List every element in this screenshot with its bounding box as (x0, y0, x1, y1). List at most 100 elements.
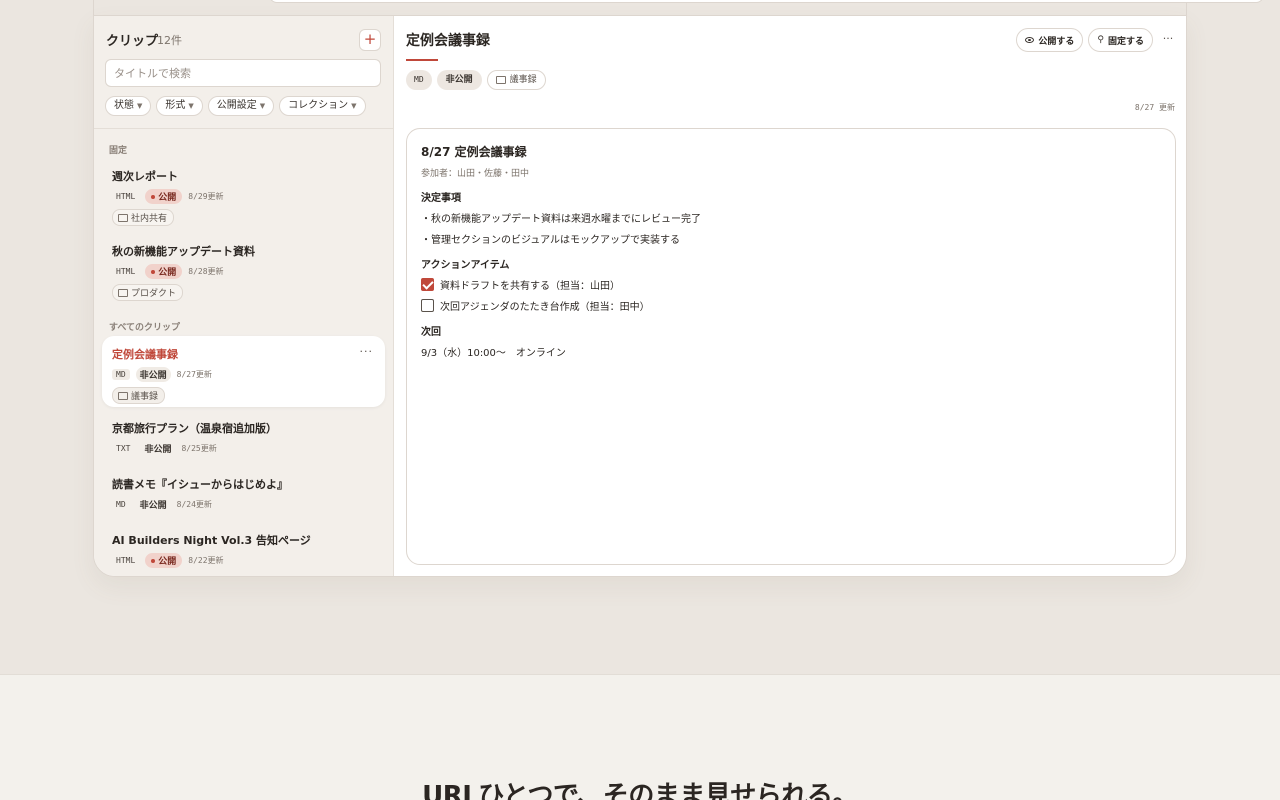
folder-icon (495, 76, 506, 84)
status-badge: 非公開 (139, 501, 167, 511)
updated-date: 8/25更新 (181, 444, 217, 453)
clip-item-autumn-update[interactable]: 秋の新機能アップデート資料 HTML 公開 8/28更新 プロダクト (102, 233, 385, 309)
participants: 参加者：山田・佐藤・田中 (421, 169, 530, 179)
clip-meta: MD 非公開 8/27更新 (112, 367, 375, 382)
clip-meta: HTML 公開 8/28更新 (112, 264, 375, 279)
pin-button[interactable]: ⚲ 固定する (1088, 28, 1153, 52)
filter-format[interactable]: 形式 ▼ (156, 96, 203, 116)
collection-label: 社内共有 (131, 214, 168, 224)
status-badge: 非公開 (144, 445, 172, 455)
action-item: 資料ドラフトを共有する（担当：山田） (421, 277, 1161, 292)
document-preview: 8/27 定例会議事録 参加者：山田・佐藤・田中 決定事項 ・秋の新機能アップデ… (406, 128, 1176, 565)
status-dot-icon (151, 269, 156, 274)
action-items-heading: アクションアイテム (421, 260, 510, 271)
hero-headline: URLひとつで、そのまま見せられる。 (422, 781, 858, 800)
updated-date: 8/29更新 (188, 192, 224, 201)
next-meeting-heading: 次回 (421, 327, 441, 338)
sidebar-header: クリップ 12件 + (106, 29, 381, 51)
pinned-section-label: 固定 (109, 146, 128, 156)
format-tag: HTML (116, 192, 136, 201)
add-clip-button[interactable]: + (359, 29, 381, 51)
status-label: 公開 (158, 268, 177, 278)
decisions-heading: 決定事項 (421, 193, 461, 204)
sidebar-title: クリップ (106, 34, 159, 49)
chevron-down-icon: ▼ (137, 102, 143, 110)
clip-count: 12件 (157, 34, 182, 47)
publish-button[interactable]: 公開する (1016, 28, 1084, 52)
updated-date: 8/28更新 (188, 267, 224, 276)
format-tag: MD (112, 369, 130, 380)
clip-meta: HTML 公開 8/22更新 (112, 553, 375, 568)
clip-sidebar: クリップ 12件 + 状態▼ 形式▼ 公開設定▼ コレクション▼ 固定 週次レポ… (94, 16, 394, 576)
top-search-bar[interactable] (269, 0, 1264, 3)
status-label: 公開 (158, 557, 177, 567)
collection-label: 議事録 (509, 75, 537, 85)
collection-tag[interactable]: 議事録 (486, 70, 546, 90)
clip-item-meeting-minutes[interactable]: 定例会議事録 ··· MD 非公開 8/27更新 議事録 (102, 336, 385, 407)
status-badge: 非公開 (135, 367, 171, 382)
chevron-down-icon: ▼ (188, 102, 194, 110)
clip-item-reading-memo[interactable]: 読書メモ『イシューからはじめよ』 MD 非公開 8/24更新 (102, 466, 385, 520)
detail-actions: 公開する ⚲ 固定する ··· (1016, 28, 1178, 52)
format-tag: TXT (116, 444, 131, 453)
sidebar-divider (94, 128, 393, 129)
detail-tags: MD 非公開 議事録 (406, 70, 546, 90)
filter-bar: 状態 ▼ 形式 ▼ 公開設定 ▼ コレクション ▼ (105, 96, 366, 116)
status-badge: 公開 (145, 189, 183, 204)
title-underline (406, 59, 438, 61)
action-item: 次回アジェンダのたたき台作成（担当：田中） (421, 298, 1161, 313)
clip-item-ai-builders-night[interactable]: AI Builders Night Vol.3 告知ページ HTML 公開 8/… (102, 522, 385, 576)
status-label: 公開 (158, 193, 177, 203)
all-clips-section-label: すべてのクリップ (109, 323, 181, 333)
checkbox-unchecked[interactable] (421, 299, 434, 312)
clip-title: 京都旅行プラン（温泉宿追加版） (112, 422, 277, 435)
folder-icon (118, 213, 128, 222)
next-meeting: 9/3（水）10:00〜 オンライン (421, 348, 566, 359)
clip-meta: HTML 公開 8/29更新 (112, 189, 375, 204)
filter-collection[interactable]: コレクション ▼ (279, 96, 366, 116)
format-tag[interactable]: MD (406, 70, 432, 90)
folder-icon (118, 391, 128, 400)
clip-item-weekly-report[interactable]: 週次レポート HTML 公開 8/29更新 社内共有 (102, 158, 385, 234)
folder-icon (118, 288, 128, 297)
top-band (93, 0, 1264, 16)
collection-label: プロダクト (131, 289, 177, 299)
updated-date: 8/24更新 (176, 500, 212, 509)
app-window: クリップ 12件 + 状態▼ 形式▼ 公開設定▼ コレクション▼ 固定 週次レポ… (93, 15, 1187, 577)
status-badge: 公開 (145, 553, 183, 568)
pin-icon: ⚲ (1097, 35, 1104, 45)
collection-chip[interactable]: 社内共有 (112, 209, 175, 226)
format-tag: HTML (116, 556, 136, 565)
clip-title: AI Builders Night Vol.3 告知ページ (112, 534, 311, 547)
collection-chip[interactable]: 議事録 (112, 387, 166, 404)
document-heading: 8/27 定例会議事録 (421, 145, 527, 159)
visibility-tag[interactable]: 非公開 (436, 70, 482, 90)
action-item-text: 資料ドラフトを共有する（担当：山田） (440, 281, 620, 292)
clip-title: 読書メモ『イシューからはじめよ』 (112, 478, 288, 491)
clip-detail: 定例会議事録 公開する ⚲ 固定する ··· MD 非公開 議事録 8/27 更新… (394, 16, 1186, 576)
pin-label: 固定する (1107, 36, 1144, 47)
status-dot-icon (151, 194, 156, 199)
title-search-input[interactable] (105, 59, 381, 87)
filter-visibility[interactable]: 公開設定 ▼ (207, 96, 275, 116)
clip-title: 定例会議事録 (112, 348, 178, 361)
chevron-down-icon: ▼ (259, 102, 266, 110)
filter-status[interactable]: 状態 ▼ (105, 96, 152, 116)
filter-collection-label: コレクション (288, 100, 349, 111)
filter-status-label: 状態 (114, 100, 134, 111)
status-badge: 公開 (145, 264, 183, 279)
more-menu-button[interactable]: ··· (1158, 28, 1178, 52)
decision-item: ・管理セクションのビジュアルはモックアップで実装する (421, 235, 680, 246)
clip-title: 秋の新機能アップデート資料 (112, 245, 255, 258)
status-dot-icon (151, 558, 156, 563)
clip-item-kyoto-trip[interactable]: 京都旅行プラン（温泉宿追加版） TXT 非公開 8/25更新 (102, 410, 385, 464)
filter-visibility-label: 公開設定 (216, 100, 257, 111)
format-tag: MD (116, 500, 126, 509)
clip-more-button[interactable]: ··· (360, 345, 374, 358)
hero-section: URLひとつで、そのまま見せられる。 (0, 674, 1280, 800)
collection-chip[interactable]: プロダクト (112, 284, 184, 301)
collection-label: 議事録 (131, 392, 159, 402)
checkbox-checked[interactable] (421, 278, 434, 291)
updated-date: 8/27 更新 (1134, 103, 1175, 112)
clip-title: 週次レポート (112, 170, 178, 183)
